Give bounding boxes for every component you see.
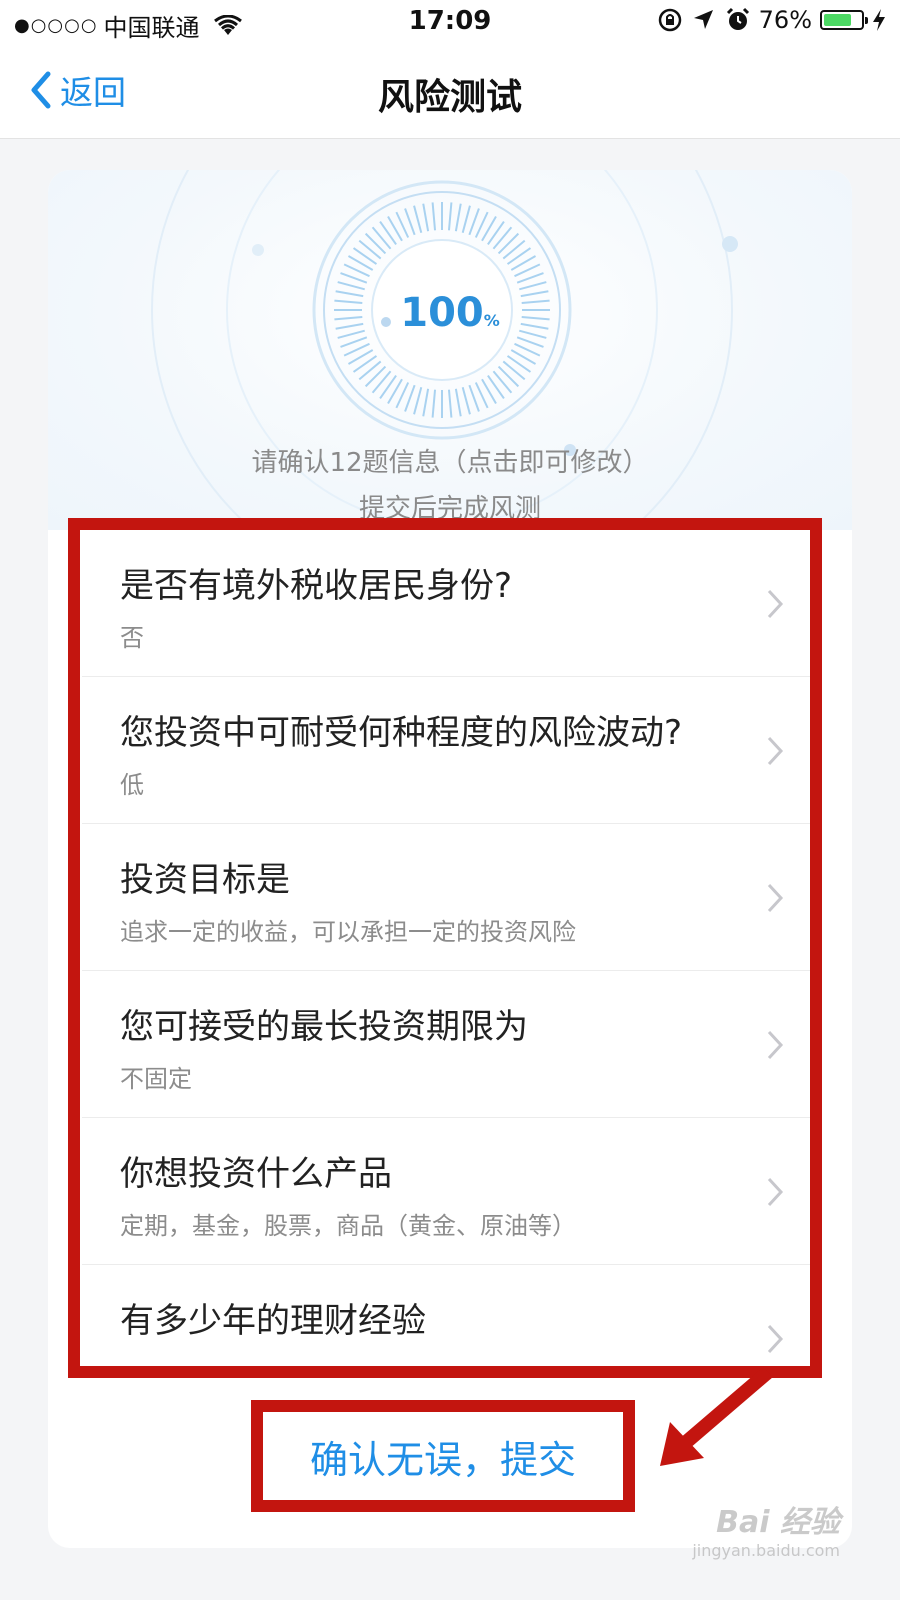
dial-tick: [358, 360, 382, 381]
dial-tick: [497, 232, 520, 255]
dial-tick: [502, 239, 526, 260]
battery-cap: [865, 17, 868, 24]
status-right: 76%: [657, 6, 886, 34]
progress-readout: 100%: [48, 290, 852, 336]
dial-tick: [340, 272, 368, 284]
dial-tick: [502, 360, 526, 381]
dial-tick: [497, 365, 520, 388]
battery-percent: 76%: [758, 6, 812, 34]
dial-tick: [461, 205, 471, 233]
page-title: 风险测试: [377, 77, 522, 118]
dial-tick: [404, 208, 416, 236]
dial-tick: [461, 387, 471, 415]
nav-bar: 返回 风险测试: [0, 44, 900, 139]
dial-tick: [404, 384, 416, 412]
dial-tick: [519, 281, 547, 291]
confirm-instruction: 请确认12题信息（点击即可修改）: [251, 448, 649, 478]
location-arrow-icon: [693, 10, 713, 29]
submit-button[interactable]: 确认无误，提交: [251, 1400, 635, 1512]
dial-tick: [468, 208, 480, 236]
watermark: Bai 经验 jingyan.baidu.com: [692, 1497, 840, 1560]
dial-tick: [431, 389, 437, 418]
highlight-box-list: [68, 518, 822, 1378]
dial-tick: [358, 239, 382, 260]
dial-tick: [371, 370, 392, 394]
dial-tick: [447, 389, 453, 418]
alarm-icon: [726, 7, 749, 30]
dial-tick: [516, 272, 544, 284]
progress-header: 100% 请确认12题信息（点击即可修改） 提交后完成风测: [48, 170, 852, 530]
dial-tick: [364, 365, 387, 388]
annotation-arrow-icon: [660, 1366, 773, 1466]
progress-value: 100: [400, 290, 484, 336]
dial-tick: [431, 202, 437, 231]
dial-tick: [492, 370, 513, 394]
dial-tick: [422, 203, 430, 232]
progress-unit: %: [483, 311, 500, 330]
lock-rotation-icon: [658, 8, 681, 32]
watermark-logo: Bai 经验: [716, 1505, 840, 1540]
dial-tick: [454, 203, 462, 232]
dial-tick: [413, 387, 423, 415]
dial-tick: [364, 232, 387, 255]
dial-tick: [422, 388, 430, 417]
dial-tick: [516, 336, 544, 348]
dial-tick: [492, 226, 513, 250]
dial-tick: [340, 336, 368, 348]
dial-tick: [468, 384, 480, 412]
dial-tick: [337, 281, 365, 291]
bolt-icon: [873, 9, 885, 31]
status-bar: ●○○○○ 中国联通 17:09 76%: [0, 0, 900, 44]
dial-tick: [454, 388, 462, 417]
dial-tick: [413, 205, 423, 233]
battery-icon: [820, 10, 868, 30]
dial-tick: [371, 226, 392, 250]
dial-tick: [447, 202, 453, 231]
watermark-url: jingyan.baidu.com: [692, 1541, 840, 1560]
battery-fill: [824, 14, 852, 26]
